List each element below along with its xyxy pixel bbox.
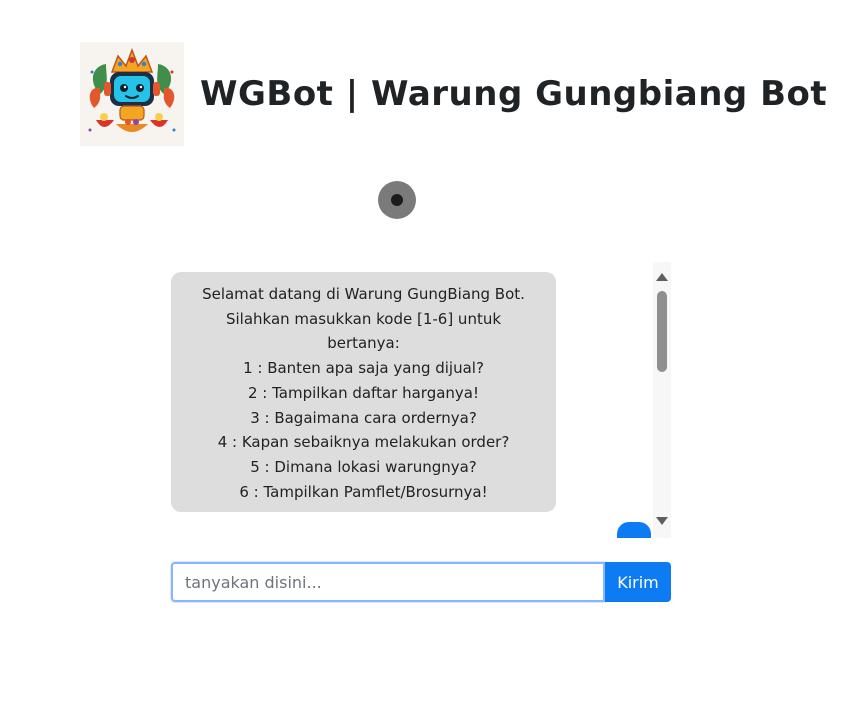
record-icon bbox=[391, 194, 403, 206]
robot-mascot-logo bbox=[80, 42, 184, 146]
app-header: WGBot | Warung Gungbiang Bot bbox=[80, 42, 827, 146]
bot-message-line: 1 : Banten apa saja yang dijual? bbox=[243, 359, 484, 378]
scroll-up-arrow-icon[interactable] bbox=[656, 273, 668, 281]
bot-message: Selamat datang di Warung GungBiang Bot. … bbox=[171, 272, 556, 512]
bot-message-line: 4 : Kapan sebaiknya melakukan order? bbox=[217, 433, 510, 452]
record-button[interactable] bbox=[378, 181, 416, 219]
scrollbar-thumb[interactable] bbox=[657, 291, 667, 372]
bot-message-line: 6 : Tampilkan Pamflet/Brosurnya! bbox=[239, 482, 488, 501]
bot-message-line: 5 : Dimana lokasi warungnya? bbox=[250, 457, 477, 476]
send-button[interactable]: Kirim bbox=[605, 562, 671, 602]
bot-message-line: 3 : Bagaimana cara ordernya? bbox=[250, 408, 477, 427]
bot-message-line: Selamat datang di Warung GungBiang Bot. bbox=[202, 285, 525, 303]
bot-message-line: 2 : Tampilkan daftar harganya! bbox=[247, 383, 479, 402]
scroll-down-arrow-icon[interactable] bbox=[656, 517, 668, 525]
chat-scrollbar[interactable] bbox=[653, 262, 671, 538]
bot-message-line: Silahkan masukkan kode [1-6] untuk bbox=[225, 309, 502, 328]
chat-input-group: Kirim bbox=[171, 562, 671, 602]
bot-message-line: bertanya: bbox=[327, 334, 400, 353]
app-title: WGBot | Warung Gungbiang Bot bbox=[200, 74, 828, 114]
chat-area[interactable]: Selamat datang di Warung GungBiang Bot. … bbox=[171, 262, 671, 538]
chat-messages: Selamat datang di Warung GungBiang Bot. … bbox=[171, 262, 653, 538]
user-message bbox=[617, 522, 651, 538]
chat-input[interactable] bbox=[171, 562, 605, 602]
